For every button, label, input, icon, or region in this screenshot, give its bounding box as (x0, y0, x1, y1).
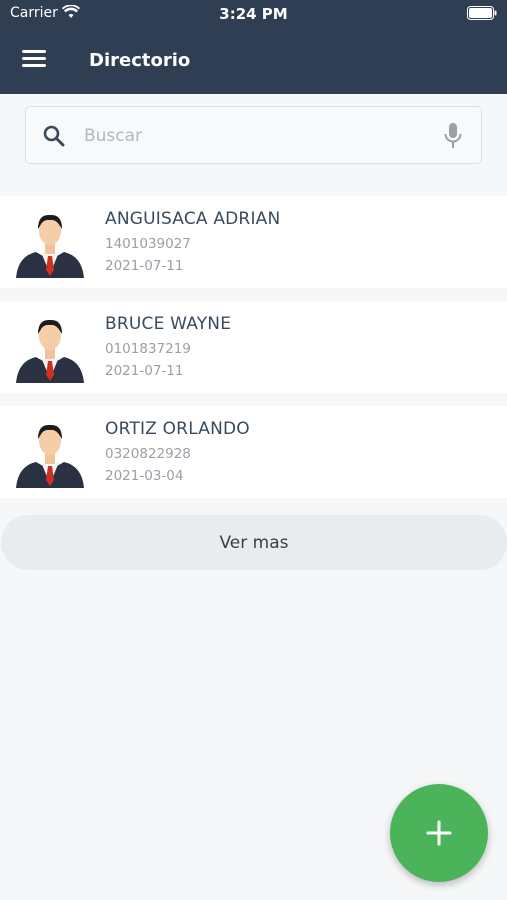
avatar (16, 319, 84, 383)
contact-name: ANGUISACA ADRIAN (105, 209, 281, 229)
menu-button[interactable] (22, 50, 48, 70)
hamburger-menu-icon (22, 50, 46, 53)
add-contact-button[interactable] (390, 784, 488, 882)
load-more-button[interactable]: Ver mas (1, 515, 507, 570)
contact-id-number: 0320822928 (105, 446, 191, 462)
battery-icon (467, 6, 497, 20)
search-icon (43, 125, 65, 147)
app-header: Carrier 3:24 PM Directorio (0, 0, 507, 94)
avatar (16, 214, 84, 278)
status-bar: Carrier 3:24 PM (0, 0, 507, 28)
contact-date: 2021-07-11 (105, 363, 184, 379)
microphone-icon[interactable] (443, 122, 463, 150)
status-time: 3:24 PM (219, 5, 288, 23)
contact-date: 2021-07-11 (105, 258, 184, 274)
list-item[interactable]: ANGUISACA ADRIAN 1401039027 2021-07-11 (0, 196, 507, 288)
avatar (16, 424, 84, 488)
search-input[interactable] (84, 121, 424, 151)
search-bar[interactable] (25, 106, 482, 164)
contact-date: 2021-03-04 (105, 468, 184, 484)
list-item[interactable]: BRUCE WAYNE 0101837219 2021-07-11 (0, 301, 507, 393)
plus-icon (426, 820, 452, 846)
list-item[interactable]: ORTIZ ORLANDO 0320822928 2021-03-04 (0, 406, 507, 498)
page-title: Directorio (89, 50, 191, 71)
contact-name: ORTIZ ORLANDO (105, 419, 250, 439)
contact-id-number: 0101837219 (105, 341, 191, 357)
contact-id-number: 1401039027 (105, 236, 191, 252)
contact-name: BRUCE WAYNE (105, 314, 232, 334)
